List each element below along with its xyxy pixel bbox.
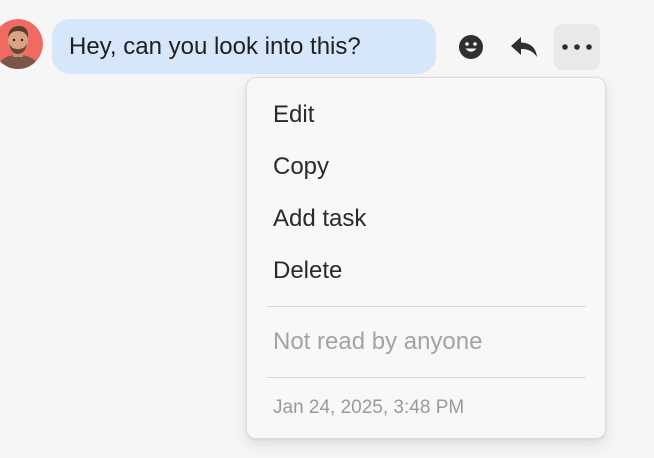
menu-item-copy[interactable]: Copy [273,152,329,182]
reply-button[interactable] [501,24,547,70]
menu-item-delete[interactable]: Delete [273,256,342,286]
partial-icon [516,0,556,3]
avatar[interactable] [0,19,43,69]
read-status: Not read by anyone [273,328,483,355]
menu-item-edit[interactable]: Edit [273,100,314,130]
avatar-image [0,19,43,69]
emoji-icon [459,35,483,59]
more-icon [562,44,592,50]
more-options-button[interactable] [554,24,600,70]
message-timestamp: Jan 24, 2025, 3:48 PM [273,397,465,418]
chat-view: Hey, can you look into this? Edit Copy A… [0,0,654,458]
message-bubble[interactable]: Hey, can you look into this? [52,19,436,74]
menu-item-add-task[interactable]: Add task [273,204,366,234]
message-context-menu: Edit Copy Add task Delete Not read by an… [246,77,606,439]
menu-divider [267,306,586,307]
message-text: Hey, can you look into this? [69,32,361,60]
menu-divider [267,377,586,378]
emoji-reaction-button[interactable] [448,24,494,70]
reply-icon [511,37,537,57]
